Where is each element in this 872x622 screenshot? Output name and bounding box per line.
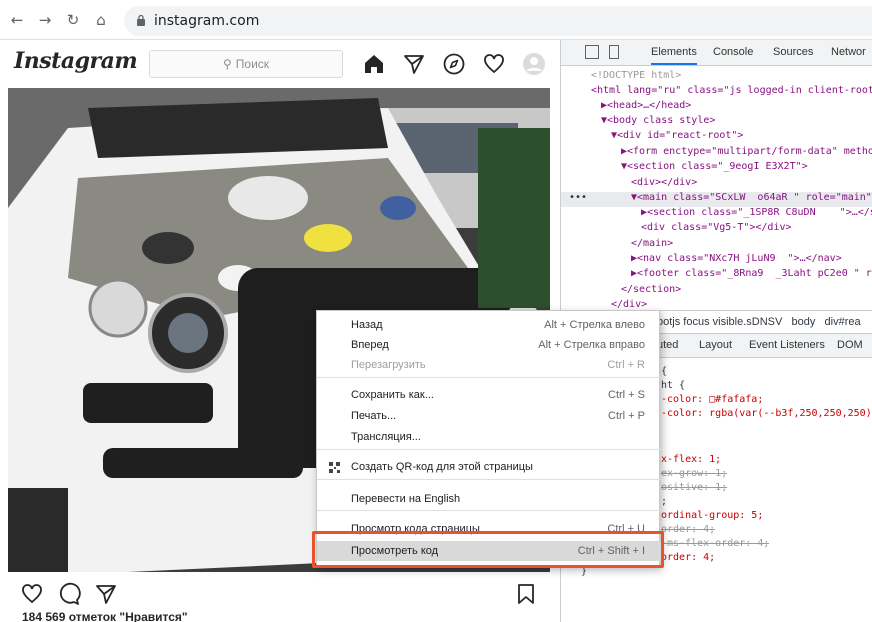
dom-line[interactable]: ▼<div id="react-root"> xyxy=(561,130,872,145)
dom-line[interactable]: <div></div> xyxy=(561,177,872,192)
style-line[interactable]: x-flex: 1; xyxy=(661,454,721,468)
browser-toolbar: ← → ↻ ⌂ instagram.com xyxy=(0,0,872,40)
like-icon[interactable] xyxy=(20,582,44,606)
menu-item-shortcut: Ctrl + P xyxy=(608,410,645,422)
style-line[interactable]: -color: □#fafafa; xyxy=(661,394,763,408)
avatar[interactable] xyxy=(522,52,546,76)
menu-item-shortcut: Ctrl + R xyxy=(607,359,645,371)
menu-item-label: Создать QR-код для этой страницы xyxy=(351,461,533,473)
subtab-dom[interactable]: DOM xyxy=(837,339,863,351)
dom-line[interactable]: ▶<form enctype="multipart/form-data" met… xyxy=(561,146,872,161)
dom-line[interactable]: </main> xyxy=(561,238,872,253)
more-icon[interactable]: ••• xyxy=(569,192,589,207)
direct-icon[interactable] xyxy=(402,52,426,76)
menu-separator xyxy=(317,449,661,450)
home-icon[interactable] xyxy=(362,52,386,76)
dom-line[interactable]: ▼<body class style> xyxy=(561,115,872,130)
devtools-tabs: Elements Console Sources Networ xyxy=(561,40,872,66)
dom-line[interactable]: ▼<main class="SCxLW o64aR " role="main"> xyxy=(561,192,872,207)
subtab-event-listeners[interactable]: Event Listeners xyxy=(749,339,825,351)
qr-code-icon xyxy=(329,462,340,473)
search-placeholder: Поиск xyxy=(235,57,270,71)
style-line[interactable]: { xyxy=(661,366,667,380)
likes-count[interactable]: 184 569 отметок "Нравится" xyxy=(22,610,188,622)
menu-item-shortcut: Alt + Стрелка влево xyxy=(544,319,645,331)
menu-reload[interactable]: Перезагрузить Ctrl + R xyxy=(317,355,661,375)
dom-line[interactable]: ▼<section class="_9eogI E3X2T"> xyxy=(561,161,872,176)
heart-icon[interactable] xyxy=(482,52,506,76)
style-line[interactable]: order: 4; xyxy=(661,552,715,566)
dom-line[interactable]: <div class="Vg5-T"></div> xyxy=(561,222,872,237)
dom-tree: <!DOCTYPE html> <html lang="ru" class="js… xyxy=(561,66,872,310)
style-line[interactable]: -color: rgba(var(--b3f,250,250,250) xyxy=(661,408,872,422)
instagram-logo[interactable]: Instagram xyxy=(14,48,138,74)
forward-button[interactable]: → xyxy=(36,11,54,29)
style-line[interactable]: ositive: 1; xyxy=(661,482,727,496)
comment-icon[interactable] xyxy=(57,582,81,606)
menu-separator xyxy=(317,377,661,378)
style-line[interactable]: ordinal-group: 5; xyxy=(661,510,763,524)
menu-item-label: Вперед xyxy=(351,339,389,351)
highlight-box xyxy=(312,531,664,568)
dom-line[interactable]: <!DOCTYPE html> xyxy=(561,70,872,85)
subtab-layout[interactable]: Layout xyxy=(699,339,732,351)
menu-separator xyxy=(317,479,661,480)
screenshot-frame: ← → ↻ ⌂ instagram.com Instagram ⚲Поиск xyxy=(0,0,872,622)
menu-print[interactable]: Печать... Ctrl + P xyxy=(317,406,661,426)
bookmark-icon[interactable] xyxy=(514,582,538,606)
menu-item-label: Назад xyxy=(351,319,383,331)
style-line[interactable]: order: 4; xyxy=(661,524,715,538)
menu-translate[interactable]: Перевести на English xyxy=(317,489,661,509)
url-text: instagram.com xyxy=(154,13,260,29)
dom-line[interactable]: ▶<section class="_1SP8R C8uDN ">…</s xyxy=(561,207,872,222)
menu-item-label: Сохранить как... xyxy=(351,389,434,401)
menu-item-label: Трансляция... xyxy=(351,431,421,443)
address-bar[interactable]: instagram.com xyxy=(124,6,872,36)
menu-cast[interactable]: Трансляция... xyxy=(317,427,661,447)
style-line[interactable]: -ms-flex-order: 4; xyxy=(661,538,769,552)
search-icon: ⚲ xyxy=(222,57,232,71)
search-input[interactable]: ⚲ Поиск xyxy=(149,50,343,78)
menu-item-label: Печать... xyxy=(351,410,397,422)
menu-back[interactable]: Назад Alt + Стрелка влево xyxy=(317,315,661,335)
menu-item-label: Перезагрузить xyxy=(351,359,426,371)
dom-line[interactable]: </section> xyxy=(561,284,872,299)
menu-item-shortcut: Ctrl + S xyxy=(608,389,645,401)
share-icon[interactable] xyxy=(94,582,118,606)
post-actions xyxy=(0,572,560,612)
breadcrumb-text[interactable]: ootjs focus visible.sDNSV body div#rea xyxy=(657,316,861,328)
menu-item-label: Перевести на English xyxy=(351,493,461,505)
tab-network[interactable]: Networ xyxy=(831,46,866,58)
dom-line[interactable]: <html lang="ru" class="js logged-in clie… xyxy=(561,85,872,100)
home-button[interactable]: ⌂ xyxy=(92,11,110,29)
menu-forward[interactable]: Вперед Alt + Стрелка вправо xyxy=(317,335,661,355)
back-button[interactable]: ← xyxy=(8,11,26,29)
tab-console[interactable]: Console xyxy=(713,46,753,58)
reload-button[interactable]: ↻ xyxy=(64,11,82,29)
dom-line[interactable]: ▶<head>…</head> xyxy=(561,100,872,115)
device-toolbar-icon[interactable] xyxy=(609,45,619,59)
style-line[interactable]: } xyxy=(581,566,587,580)
menu-separator xyxy=(317,510,661,511)
instagram-header: Instagram ⚲ Поиск xyxy=(0,40,560,88)
menu-save-as[interactable]: Сохранить как... Ctrl + S xyxy=(317,385,661,405)
explore-icon[interactable] xyxy=(442,52,466,76)
menu-qr-code[interactable]: Создать QR-код для этой страницы xyxy=(317,457,661,477)
dom-line[interactable]: ▶<footer class="_8Rna9 _3Laht pC2e0 " r xyxy=(561,268,872,283)
menu-item-shortcut: Alt + Стрелка вправо xyxy=(538,339,645,351)
tab-sources[interactable]: Sources xyxy=(773,46,813,58)
context-menu: Назад Alt + Стрелка влево Вперед Alt + Стре… xyxy=(316,310,661,567)
lock-icon xyxy=(137,14,145,26)
dom-line[interactable]: ▶<nav class="NXc7H jLuN9 ">…</nav> xyxy=(561,253,872,268)
style-line[interactable]: ; xyxy=(661,496,667,510)
inspect-element-icon[interactable] xyxy=(585,45,599,59)
style-line[interactable]: ht { xyxy=(661,380,685,394)
tab-elements[interactable]: Elements xyxy=(651,46,697,65)
style-line[interactable]: ex-grow: 1; xyxy=(661,468,727,482)
